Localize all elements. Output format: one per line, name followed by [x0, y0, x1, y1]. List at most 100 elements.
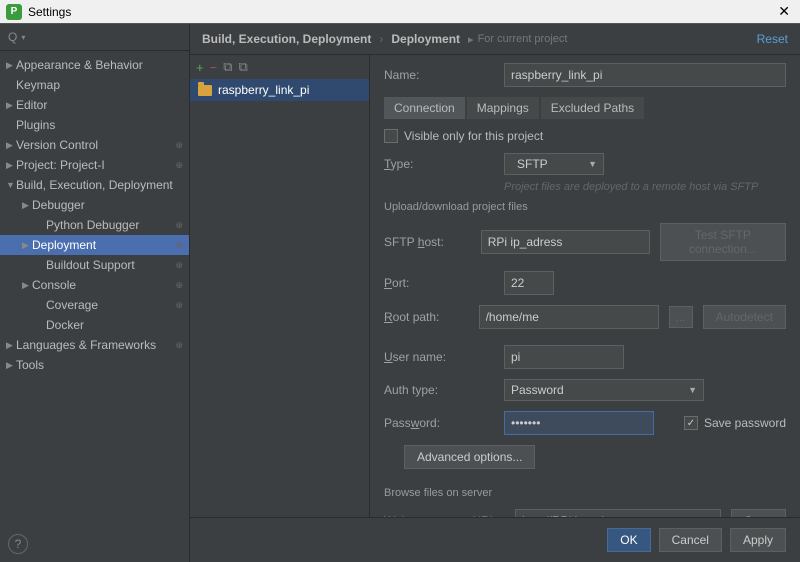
visible-only-checkbox[interactable]: Visible only for this project	[384, 129, 543, 143]
sidebar-item[interactable]: Appearance & Behavior	[0, 55, 189, 75]
breadcrumb-current: Deployment	[391, 32, 460, 46]
save-password-checkbox[interactable]: Save password	[684, 416, 786, 430]
reset-link[interactable]: Reset	[757, 32, 788, 46]
auth-label: Auth type:	[384, 383, 494, 397]
type-select[interactable]: SFTP ▼	[504, 153, 604, 175]
add-icon[interactable]: +	[196, 60, 204, 75]
paste-icon[interactable]: ⧉	[238, 59, 247, 75]
sidebar-item-label: Editor	[16, 98, 183, 112]
tree-arrow-icon	[6, 340, 16, 351]
app-icon: P	[6, 4, 22, 20]
tree-arrow-icon	[22, 240, 32, 251]
type-hint: Project files are deployed to a remote h…	[504, 181, 786, 193]
sidebar: Q▾ Appearance & Behavior Keymap Editor Plug…	[0, 24, 190, 562]
scope-hint: ▸For current project	[468, 33, 567, 46]
sidebar-item[interactable]: Coverage⊕	[0, 295, 189, 315]
tabs: Connection Mappings Excluded Paths	[384, 97, 786, 119]
password-input[interactable]	[504, 411, 654, 435]
chevron-down-icon: ▼	[688, 385, 697, 395]
tag-icon: ▸	[468, 33, 474, 46]
sidebar-item[interactable]: Languages & Frameworks⊕	[0, 335, 189, 355]
host-label: SFTP host:	[384, 235, 471, 249]
sidebar-item-label: Tools	[16, 358, 183, 372]
tree-arrow-icon	[6, 140, 16, 151]
sidebar-item[interactable]: Tools	[0, 355, 189, 375]
tab-connection[interactable]: Connection	[384, 97, 465, 119]
sidebar-item-label: Project: Project-I	[16, 158, 175, 172]
host-input[interactable]	[481, 230, 650, 254]
checkbox-icon	[384, 129, 398, 143]
sidebar-item-label: Python Debugger	[46, 218, 175, 232]
search-input[interactable]: Q▾	[0, 24, 189, 51]
open-button[interactable]: Open	[731, 509, 786, 517]
chevron-right-icon: ›	[379, 32, 383, 46]
sidebar-item[interactable]: Console⊕	[0, 275, 189, 295]
sidebar-item[interactable]: Build, Execution, Deployment	[0, 175, 189, 195]
project-scope-icon: ⊕	[175, 160, 183, 171]
tree-arrow-icon	[6, 180, 16, 190]
ok-button[interactable]: OK	[607, 528, 650, 552]
sidebar-item[interactable]: Buildout Support⊕	[0, 255, 189, 275]
tree-arrow-icon	[6, 100, 16, 111]
close-icon[interactable]: ✕	[774, 3, 794, 20]
server-toolbar: + − ⧉ ⧉	[190, 55, 369, 79]
root-input[interactable]	[479, 305, 659, 329]
tree-arrow-icon	[6, 60, 16, 71]
remove-icon[interactable]: −	[210, 60, 218, 75]
project-scope-icon: ⊕	[175, 220, 183, 231]
visible-only-label: Visible only for this project	[404, 129, 543, 143]
browse-button[interactable]: ...	[669, 306, 693, 328]
breadcrumb: Build, Execution, Deployment › Deploymen…	[190, 24, 800, 55]
sidebar-item[interactable]: Python Debugger⊕	[0, 215, 189, 235]
chevron-down-icon: ▼	[588, 159, 597, 169]
web-url-input[interactable]	[515, 509, 721, 517]
type-label: Type:	[384, 157, 494, 171]
name-input[interactable]	[504, 63, 786, 87]
sidebar-item[interactable]: Plugins	[0, 115, 189, 135]
section-browse: Browse files on server	[384, 487, 786, 499]
dialog-buttons: OK Cancel Apply	[190, 517, 800, 562]
port-input[interactable]	[504, 271, 554, 295]
apply-button[interactable]: Apply	[730, 528, 786, 552]
tree-arrow-icon	[22, 200, 32, 211]
form-panel: Name: Connection Mappings Excluded Paths…	[370, 55, 800, 517]
save-password-label: Save password	[704, 416, 786, 430]
sidebar-item-label: Console	[32, 278, 175, 292]
project-scope-icon: ⊕	[175, 260, 183, 271]
sidebar-item[interactable]: Deployment⊕	[0, 235, 189, 255]
sidebar-item-label: Deployment	[32, 238, 175, 252]
window-title: Settings	[28, 5, 774, 19]
project-scope-icon: ⊕	[175, 340, 183, 351]
sidebar-item[interactable]: Keymap	[0, 75, 189, 95]
tree-arrow-icon	[22, 280, 32, 291]
breadcrumb-root[interactable]: Build, Execution, Deployment	[202, 32, 371, 46]
sidebar-item-label: Appearance & Behavior	[16, 58, 183, 72]
server-item-label: raspberry_link_pi	[218, 83, 309, 97]
sidebar-item[interactable]: Version Control⊕	[0, 135, 189, 155]
test-connection-button[interactable]: Test SFTP connection...	[660, 223, 786, 261]
pass-label: Password:	[384, 416, 494, 430]
user-input[interactable]	[504, 345, 624, 369]
tree-arrow-icon	[6, 160, 16, 171]
sidebar-item[interactable]: Project: Project-I⊕	[0, 155, 189, 175]
advanced-options-button[interactable]: Advanced options...	[404, 445, 535, 469]
sidebar-item[interactable]: Debugger	[0, 195, 189, 215]
checkbox-checked-icon	[684, 416, 698, 430]
sidebar-item[interactable]: Editor	[0, 95, 189, 115]
project-scope-icon: ⊕	[175, 300, 183, 311]
sidebar-item[interactable]: Docker	[0, 315, 189, 335]
tab-excluded[interactable]: Excluded Paths	[541, 97, 644, 119]
server-item[interactable]: raspberry_link_pi	[190, 79, 369, 101]
auth-select[interactable]: Password ▼	[504, 379, 704, 401]
copy-icon[interactable]: ⧉	[223, 59, 232, 75]
search-icon: Q	[8, 30, 17, 44]
sidebar-item-label: Keymap	[16, 78, 183, 92]
project-scope-icon: ⊕	[175, 140, 183, 151]
autodetect-button[interactable]: Autodetect	[703, 305, 786, 329]
cancel-button[interactable]: Cancel	[659, 528, 722, 552]
tab-mappings[interactable]: Mappings	[467, 97, 539, 119]
port-label: Port:	[384, 276, 494, 290]
help-button[interactable]: ?	[8, 534, 28, 554]
tree-arrow-icon	[6, 360, 16, 371]
sidebar-item-label: Debugger	[32, 198, 183, 212]
